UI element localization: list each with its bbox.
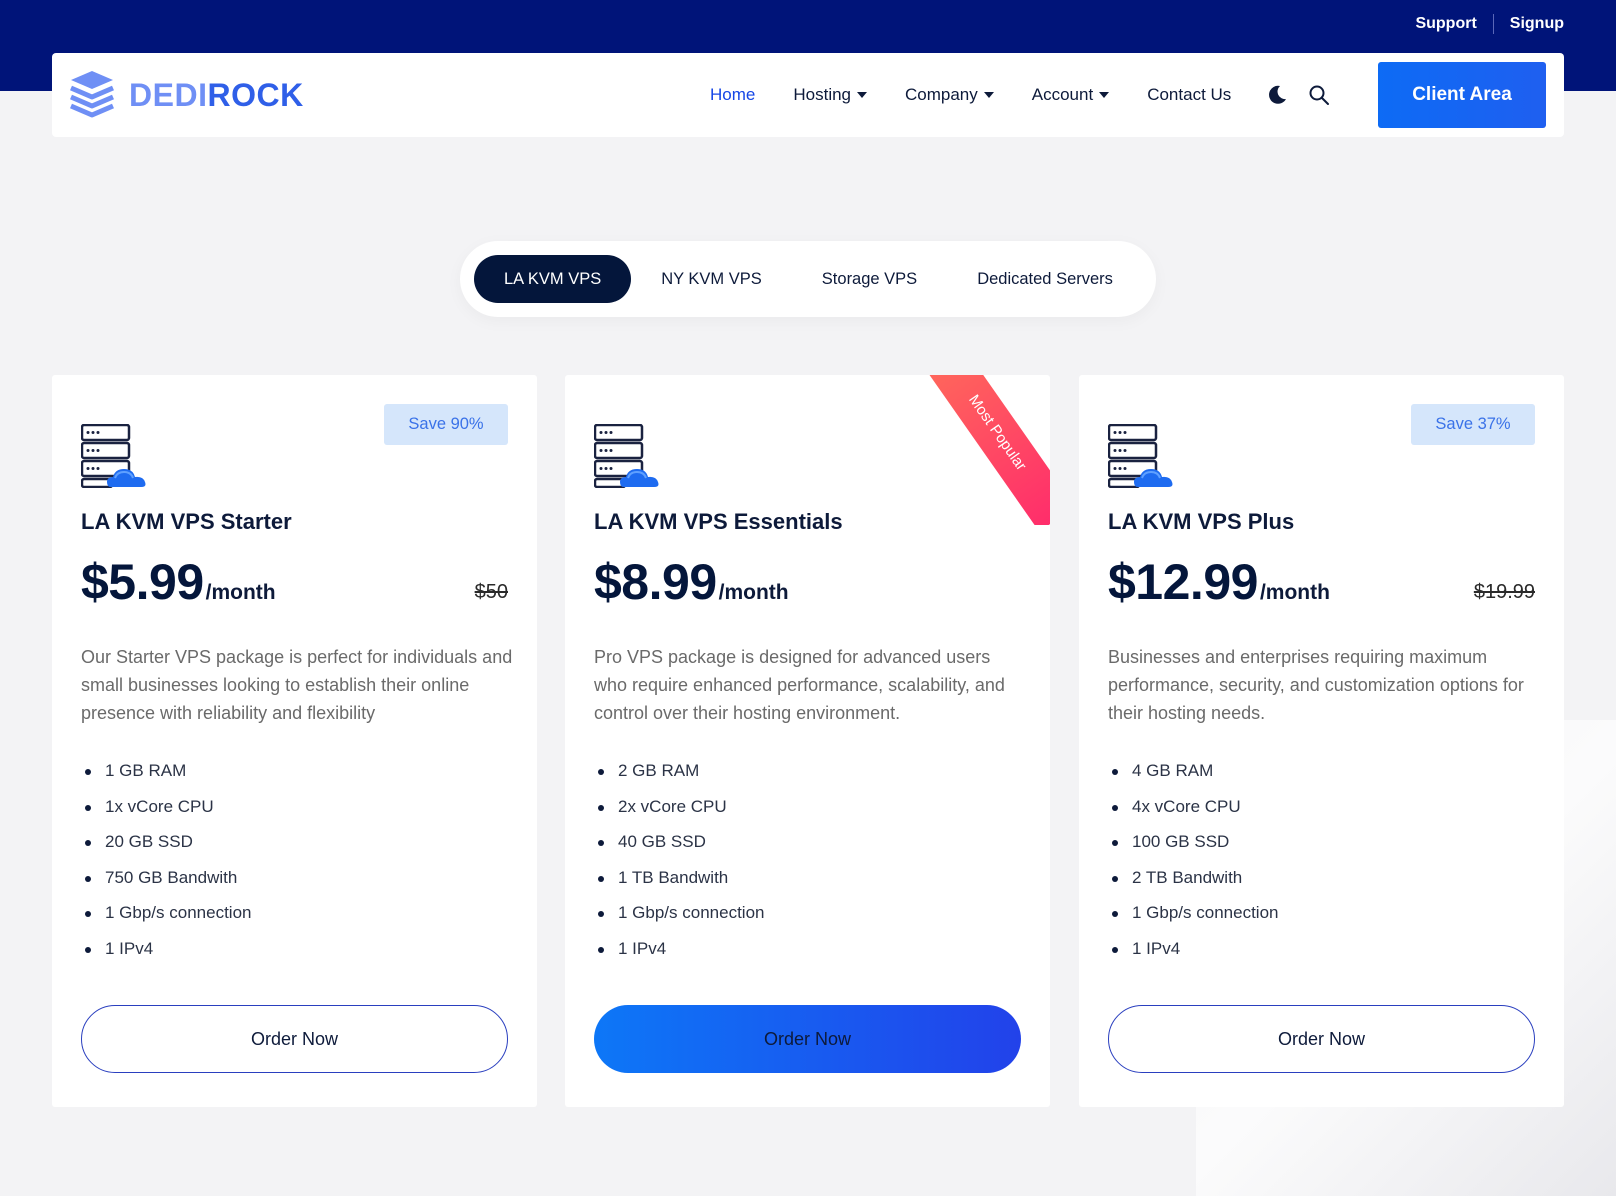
- plan-description: Businesses and enterprises requiring max…: [1108, 647, 1524, 723]
- server-cloud-icon: [594, 424, 659, 488]
- order-now-button[interactable]: Order Now: [81, 1005, 508, 1073]
- top-links: Support Signup: [1399, 13, 1564, 35]
- signup-link[interactable]: Signup: [1494, 13, 1564, 35]
- plan-card-essentials: Most Popular LA KVM VPS Essentials $8.99…: [565, 375, 1050, 1107]
- plan-description: Our Starter VPS package is perfect for i…: [81, 647, 513, 723]
- search-icon[interactable]: [1308, 84, 1330, 106]
- server-cloud-icon: [1108, 424, 1173, 488]
- logo[interactable]: DEDIROCK: [69, 69, 304, 121]
- feature-item: 1 Gbp/s connection: [81, 895, 251, 931]
- logo-stack-icon: [70, 71, 114, 118]
- feature-item: 1 IPv4: [1108, 931, 1278, 967]
- old-price: $19.99: [1473, 581, 1535, 603]
- feature-item: 1 GB RAM: [81, 753, 251, 789]
- price-period: /month: [718, 581, 789, 604]
- feature-item: 2 TB Bandwith: [1108, 860, 1278, 896]
- caret-down-icon: [983, 92, 994, 98]
- save-badge: Save 37%: [1411, 404, 1535, 445]
- plan-name: LA KVM VPS Plus: [1108, 509, 1295, 534]
- save-badge: Save 90%: [384, 404, 508, 445]
- logo-wordmark: DEDIROCK: [129, 76, 304, 113]
- price: $8.99: [594, 554, 717, 610]
- price-row: $12.99 /month: [1108, 553, 1330, 611]
- feature-item: 750 GB Bandwith: [81, 860, 251, 896]
- price: $5.99: [81, 554, 204, 610]
- feature-item: 1 IPv4: [81, 931, 251, 967]
- price-row: $8.99 /month: [594, 553, 789, 611]
- plan-card-starter: Save 90% LA KVM VPS Starter $5.99 /month…: [52, 375, 537, 1107]
- feature-item: 4 GB RAM: [1108, 753, 1278, 789]
- feature-item: 4x vCore CPU: [1108, 789, 1278, 825]
- plan-card-plus: Save 37% LA KVM VPS Plus $12.99 /month $…: [1079, 375, 1564, 1107]
- tab-storage-vps[interactable]: Storage VPS: [792, 255, 947, 303]
- product-tabs: LA KVM VPS NY KVM VPS Storage VPS Dedica…: [460, 241, 1156, 317]
- feature-list: 1 GB RAM 1x vCore CPU 20 GB SSD 750 GB B…: [81, 753, 251, 966]
- server-cloud-icon: [81, 424, 146, 488]
- feature-item: 40 GB SSD: [594, 824, 764, 860]
- tab-ny-kvm-vps[interactable]: NY KVM VPS: [631, 255, 792, 303]
- client-area-button[interactable]: Client Area: [1378, 62, 1546, 128]
- price: $12.99: [1108, 554, 1258, 610]
- tab-la-kvm-vps[interactable]: LA KVM VPS: [474, 255, 632, 303]
- feature-item: 1 TB Bandwith: [594, 860, 764, 896]
- feature-item: 2 GB RAM: [594, 753, 764, 789]
- price-row: $5.99 /month: [81, 553, 276, 611]
- caret-down-icon: [1099, 92, 1110, 98]
- price-period: /month: [205, 581, 276, 604]
- feature-list: 2 GB RAM 2x vCore CPU 40 GB SSD 1 TB Ban…: [594, 753, 764, 966]
- plan-name: LA KVM VPS Starter: [81, 509, 292, 534]
- main-menu: Home Hosting Company Account Contact Us: [710, 53, 1269, 137]
- nav-home[interactable]: Home: [710, 85, 755, 105]
- feature-item: 100 GB SSD: [1108, 824, 1278, 860]
- plan-description: Pro VPS package is designed for advanced…: [594, 647, 1005, 723]
- order-now-button[interactable]: Order Now: [594, 1005, 1021, 1073]
- feature-item: 1 IPv4: [594, 931, 764, 967]
- feature-item: 1 Gbp/s connection: [1108, 895, 1278, 931]
- feature-item: 1 Gbp/s connection: [594, 895, 764, 931]
- support-link[interactable]: Support: [1399, 13, 1492, 35]
- old-price: $50: [474, 581, 508, 603]
- nav-company[interactable]: Company: [905, 85, 994, 105]
- feature-list: 4 GB RAM 4x vCore CPU 100 GB SSD 2 TB Ba…: [1108, 753, 1278, 966]
- feature-item: 2x vCore CPU: [594, 789, 764, 825]
- navbar: DEDIROCK Home Hosting Company Account Co…: [52, 53, 1564, 137]
- order-now-button[interactable]: Order Now: [1108, 1005, 1535, 1073]
- tab-dedicated-servers[interactable]: Dedicated Servers: [947, 255, 1143, 303]
- nav-account[interactable]: Account: [1032, 85, 1110, 105]
- moon-icon[interactable]: [1266, 84, 1288, 106]
- caret-down-icon: [857, 92, 867, 98]
- price-period: /month: [1259, 581, 1330, 604]
- plan-name: LA KVM VPS Essentials: [594, 509, 843, 534]
- feature-item: 20 GB SSD: [81, 824, 251, 860]
- nav-contact[interactable]: Contact Us: [1147, 85, 1231, 105]
- feature-item: 1x vCore CPU: [81, 789, 251, 825]
- nav-hosting[interactable]: Hosting: [793, 85, 867, 105]
- most-popular-ribbon: Most Popular: [900, 375, 1050, 525]
